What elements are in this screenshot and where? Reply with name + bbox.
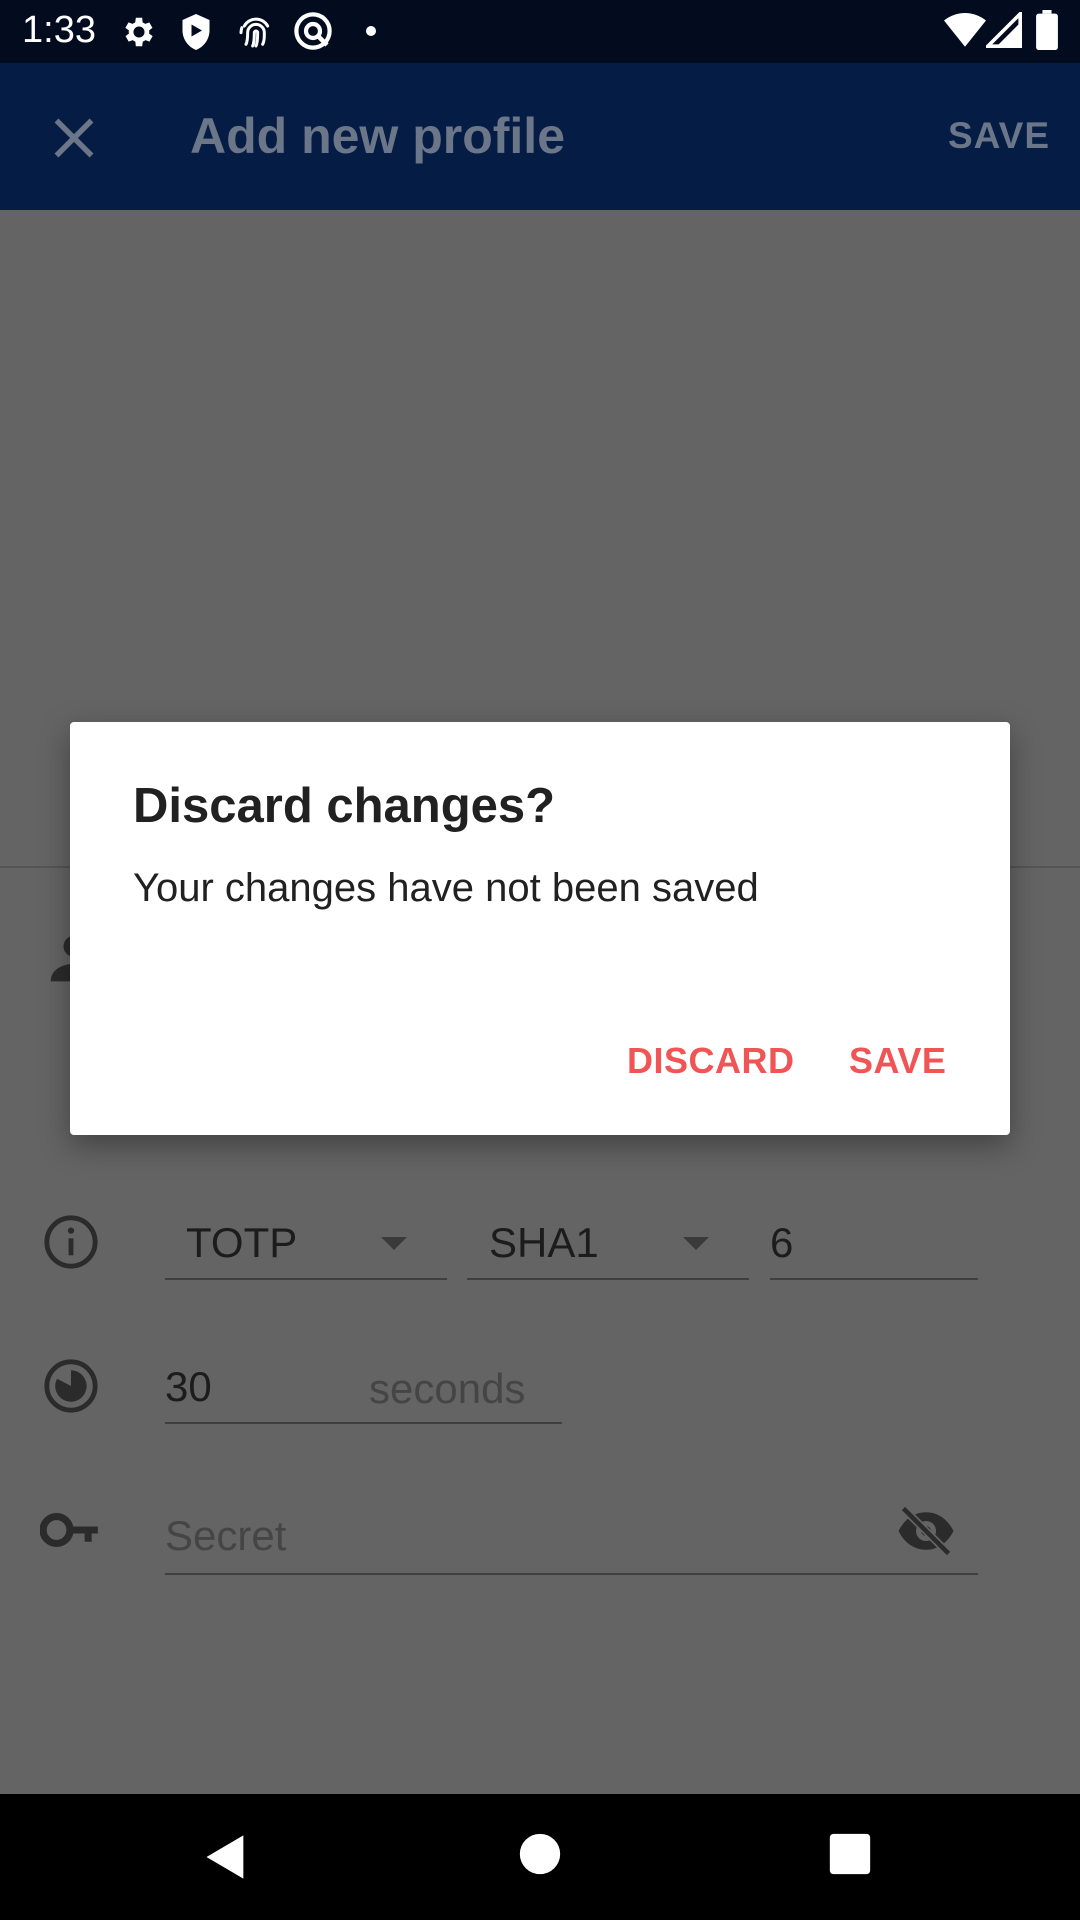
page-title: Add new profile	[190, 108, 565, 164]
field-underline	[770, 1278, 978, 1280]
period-suffix: seconds	[369, 1365, 526, 1412]
app-bar-save-button[interactable]: SAVE	[948, 115, 1050, 157]
wifi-icon	[944, 13, 986, 47]
close-icon	[54, 118, 94, 158]
key-icon	[40, 1512, 98, 1548]
at-sign-icon	[294, 12, 332, 50]
dot-icon	[366, 26, 376, 36]
algorithm-value: SHA1	[489, 1219, 599, 1266]
visibility-off-icon[interactable]	[896, 1506, 956, 1556]
dialog-message: Your changes have not been saved	[133, 866, 759, 910]
field-underline	[165, 1422, 562, 1424]
chevron-down-icon	[381, 1237, 407, 1250]
digits-value: 6	[770, 1219, 794, 1266]
close-button[interactable]	[44, 108, 104, 168]
recents-icon[interactable]	[828, 1832, 872, 1876]
signal-icon	[986, 12, 1022, 48]
period-value: 30	[165, 1363, 212, 1410]
timer-icon	[44, 1359, 98, 1413]
fingerprint-icon	[239, 17, 270, 48]
secret-placeholder: Secret	[165, 1512, 287, 1559]
discard-button[interactable]: DISCARD	[627, 1040, 795, 1082]
chevron-down-icon	[683, 1237, 709, 1250]
save-button[interactable]: SAVE	[849, 1040, 946, 1082]
shield-icon	[182, 14, 210, 50]
back-icon[interactable]	[200, 1831, 252, 1883]
status-bar: 1:33	[0, 0, 1080, 63]
home-icon[interactable]	[518, 1832, 562, 1876]
dialog-title: Discard changes?	[133, 779, 556, 833]
status-time: 1:33	[22, 9, 96, 51]
discard-dialog: Discard changes? Your changes have not b…	[70, 722, 1010, 1135]
type-value: TOTP	[186, 1219, 298, 1266]
field-underline	[467, 1278, 749, 1280]
gear-icon	[125, 17, 153, 47]
info-icon	[44, 1215, 98, 1269]
field-underline	[165, 1278, 447, 1280]
battery-icon	[1036, 10, 1058, 50]
navigation-bar	[0, 1794, 1080, 1920]
field-underline	[165, 1573, 978, 1575]
